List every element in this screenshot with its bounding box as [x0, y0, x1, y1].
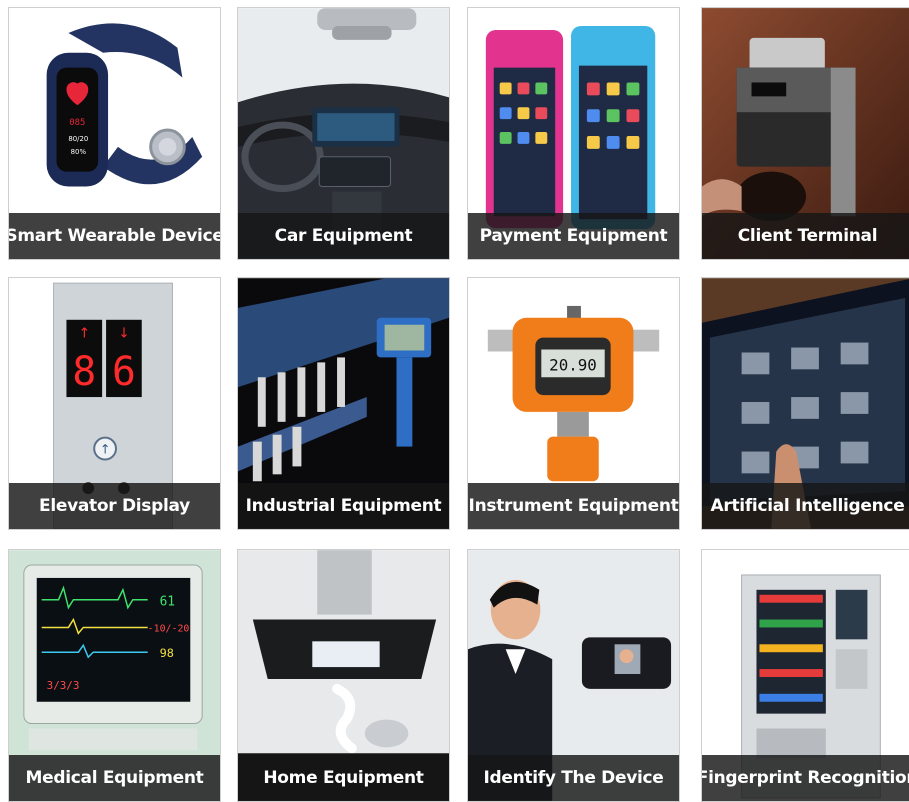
category-tile-client-terminal[interactable]: Client Terminal — [701, 7, 909, 260]
tile-caption: Client Terminal — [702, 213, 909, 259]
elevator-down-arrow: ↓ — [118, 326, 130, 342]
tile-caption: Elevator Display — [9, 483, 220, 529]
tile-caption: Car Equipment — [238, 213, 449, 259]
tile-caption: Payment Equipment — [468, 213, 679, 259]
elevator-left-digit: 8 — [72, 349, 96, 395]
category-tile-payment-equipment[interactable]: Payment Equipment — [467, 7, 680, 260]
category-tile-elevator-display[interactable]: ↑ ↓ 8 6 ↑ Elevator Display — [8, 277, 221, 530]
tile-caption: Smart Wearable Device — [9, 213, 220, 259]
tile-caption: Identify The Device — [468, 755, 679, 801]
category-tile-home-equipment[interactable]: Home Equipment — [237, 549, 450, 802]
band-reading-2: 80/20 — [68, 135, 88, 143]
tile-caption: Fingerprint Recognition — [702, 755, 909, 801]
elevator-up-arrow: ↑ — [78, 326, 90, 342]
monitor-value-1: 61 — [160, 595, 175, 610]
tile-caption: Home Equipment — [238, 755, 449, 801]
tile-caption: Medical Equipment — [9, 755, 220, 801]
tile-caption: Instrument Equipment — [468, 483, 679, 529]
band-reading-1: 085 — [69, 118, 85, 128]
monitor-value-3: 98 — [160, 646, 174, 660]
elevator-call-arrow: ↑ — [100, 443, 111, 458]
tile-caption: Industrial Equipment — [238, 483, 449, 529]
detector-value: 20.90 — [549, 355, 597, 374]
monitor-value-2: -10/-20 — [148, 623, 190, 634]
category-tile-fingerprint-recognition[interactable]: Fingerprint Recognition — [701, 549, 909, 802]
tile-caption: Artificial Intelligence — [702, 483, 909, 529]
band-reading-3: 80% — [71, 148, 87, 156]
elevator-right-digit: 6 — [112, 349, 136, 395]
category-tile-medical-equipment[interactable]: 61 -10/-20 98 3/3/3 Medical Equipment — [8, 549, 221, 802]
monitor-value-4: 3/3/3 — [47, 679, 80, 692]
category-tile-artificial-intelligence[interactable]: Artificial Intelligence — [701, 277, 909, 530]
category-tile-industrial-equipment[interactable]: Industrial Equipment — [237, 277, 450, 530]
category-tile-smart-wearable[interactable]: 085 80/20 80% Smart Wearable Device — [8, 7, 221, 260]
category-tile-car-equipment[interactable]: Car Equipment — [237, 7, 450, 260]
category-tile-identify-device[interactable]: Identify The Device — [467, 549, 680, 802]
category-tile-instrument-equipment[interactable]: 20.90 Instrument Equipment — [467, 277, 680, 530]
